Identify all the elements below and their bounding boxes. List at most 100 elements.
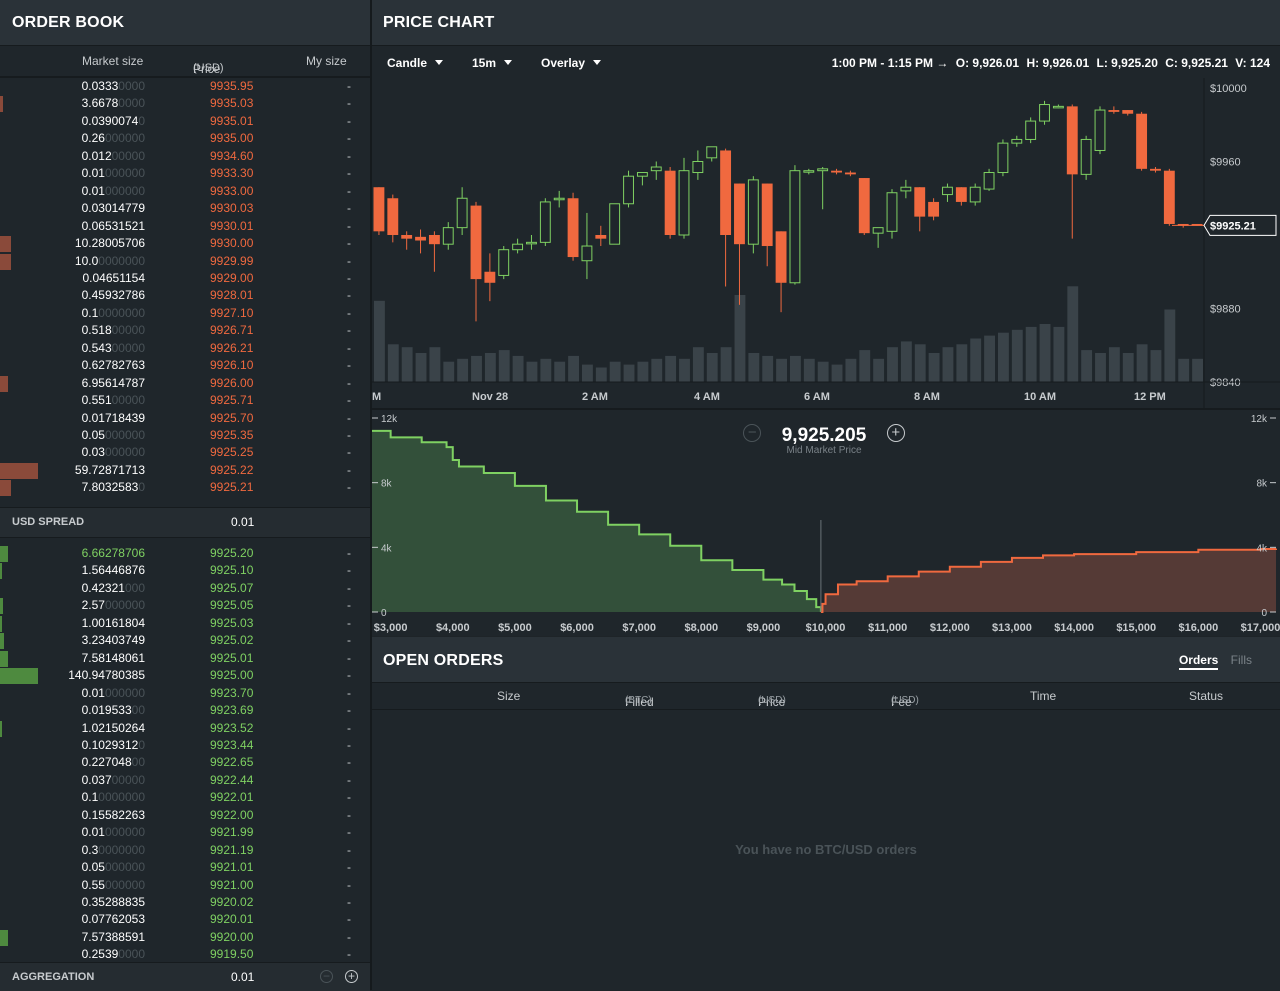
order-book-row[interactable]: 59.72871713 9925.22 - [0,462,370,479]
order-book-row[interactable]: 0.35288835 9920.02 - [0,894,370,911]
depth-axis-tick-left: 0 [381,608,387,619]
order-book-row[interactable]: 0.22704800 9922.65 - [0,754,370,771]
market-size-value: 59.72871713 [74,462,145,477]
depth-bar [0,236,11,253]
order-book-row[interactable]: 0.03700000 9922.44 - [0,772,370,789]
time-axis-tick: 4 AM [694,391,720,403]
order-book-row[interactable]: 0.01000000 9933.00 - [0,183,370,200]
depth-chart[interactable]: 12k 12k 8k 8k 4k 4k 0 0 $3,000 $4,000 $5,000 $6,000… [372,410,1280,636]
candlestick-chart[interactable]: $10000 $9960 $9880 $9840 $9925.21 M Nov 28 2 AM… [372,78,1280,410]
candle-body [914,187,926,217]
order-book-row[interactable]: 0.54300000 9926.21 - [0,340,370,357]
order-book-row[interactable]: 0.62782763 9926.10 - [0,357,370,374]
market-size-cell: 1.56446876 [45,563,145,577]
aggregation-bar: AGGREGATION 0.01 − + [0,962,370,991]
order-book-row[interactable]: 0.03000000 9925.25 - [0,444,370,461]
order-book-row[interactable]: 1.00161804 9925.03 - [0,615,370,632]
order-book-row[interactable]: 0.06531521 9930.01 - [0,218,370,235]
volume-bar [457,358,469,382]
tab-orders[interactable]: Orders [1178,653,1219,670]
depth-bar [0,563,2,580]
market-size-cell: 1.00161804 [45,616,145,630]
order-book-row[interactable]: 0.01718439 9925.70 - [0,410,370,427]
order-book-row[interactable]: 0.55000000 9921.00 - [0,877,370,894]
price-axis-tick: $9880 [1210,304,1241,316]
order-book-row[interactable]: 0.45932786 9928.01 - [0,287,370,304]
interval-dropdown[interactable]: 15m [472,56,513,70]
order-book-row[interactable]: 0.05000000 9925.35 - [0,427,370,444]
depth-price-tick: $9,000 [747,622,781,634]
depth-price-tick: $3,000 [374,622,408,634]
order-book-row[interactable]: 3.66780000 9935.03 - [0,95,370,113]
order-book-row[interactable]: 0.55100000 9925.71 - [0,392,370,409]
price-cell: 9935.03 [210,96,254,111]
market-size-padding: 000000 [104,131,145,146]
depth-axis-tick-left: 12k [381,414,398,425]
order-book-row[interactable]: 6.66278706 9925.20 - [0,545,370,562]
order-book-row[interactable]: 0.03014779 9930.03 - [0,200,370,217]
volume-bar [873,358,885,382]
market-size-cell: 2.57000000 [45,598,145,612]
market-size-padding: 000000 [104,598,145,613]
price-cell: 9933.30 [210,166,254,181]
order-book-row[interactable]: 0.51800000 9926.71 - [0,322,370,339]
my-size-cell: - [347,580,351,595]
my-size-cell: - [347,633,351,648]
price-cell: 9935.01 [210,113,254,128]
order-book-row[interactable]: 0.03330000 9935.95 - [0,78,370,95]
order-book-row[interactable]: 0.04651154 9929.00 - [0,270,370,287]
aggregation-plus-button[interactable]: + [345,970,358,983]
filled-column-unit: (BTC) [625,695,652,706]
order-book-row[interactable]: 10.28005706 9930.00 - [0,235,370,253]
depth-bar [0,633,4,650]
market-size-padding: 00 [131,703,145,718]
market-size-value: 3.23403749 [81,633,145,648]
order-book-row[interactable]: 7.80325830 9925.21 - [0,479,370,497]
my-size-cell: - [347,895,351,909]
order-book-row[interactable]: 0.07762053 9920.01 - [0,911,370,928]
market-size-padding: 00000 [111,340,145,355]
order-book-row[interactable]: 0.01000000 9923.70 - [0,685,370,702]
order-book-row[interactable]: 7.57388591 9920.00 - [0,929,370,946]
order-book-row[interactable]: 0.01953300 9923.69 - [0,702,370,719]
candle-body [692,161,704,174]
order-book-row[interactable]: 0.01000000 9921.99 - [0,824,370,841]
order-book-row[interactable]: 0.10000000 9927.10 - [0,305,370,322]
order-book-row[interactable]: 3.23403749 9925.02 - [0,632,370,650]
order-book-row[interactable]: 0.10000000 9922.01 - [0,789,370,806]
order-book-row[interactable]: 0.01000000 9933.30 - [0,165,370,182]
order-book-row[interactable]: 2.57000000 9925.05 - [0,597,370,615]
order-book-row[interactable]: 7.58148061 9925.01 - [0,650,370,667]
chart-type-dropdown[interactable]: Candle [387,56,444,70]
my-size-cell: - [347,358,351,373]
aggregation-minus-button[interactable]: − [320,970,333,983]
price-cell: 9927.10 [210,305,254,320]
overlay-dropdown[interactable]: Overlay [541,56,602,70]
order-book-row[interactable]: 0.42321000 9925.07 - [0,580,370,597]
order-book-row[interactable]: 0.10293120 9923.44 - [0,737,370,754]
order-book-row[interactable]: 1.56446876 9925.10 - [0,562,370,580]
order-book-row[interactable]: 10.00000000 9929.99 - [0,253,370,270]
order-book-row[interactable]: 0.15582263 9922.00 - [0,807,370,824]
price-chart-panel: PRICE CHART Candle 15m Overlay 1:00 PM -… [372,0,1280,636]
order-book-row[interactable]: 0.30000000 9921.19 - [0,842,370,859]
order-book-row[interactable]: 140.94780385 9925.00 - [0,667,370,685]
order-book-row[interactable]: 1.02150264 9923.52 - [0,720,370,737]
price-cell: 9935.95 [210,79,254,93]
ohlc-range: 1:00 PM - 1:15 PM → [831,56,949,70]
my-size-cell: - [347,755,351,770]
order-book-row[interactable]: 0.03900740 9935.01 - [0,113,370,130]
my-size-cell: - [347,860,351,875]
order-book-row[interactable]: 0.05000000 9921.01 - [0,859,370,876]
tab-fills[interactable]: Fills [1231,653,1252,667]
order-book-row[interactable]: 0.01200000 9934.60 - [0,148,370,165]
market-size-cell: 7.58148061 [45,651,145,665]
order-book-row[interactable]: 0.25390000 9919.50 - [0,946,370,963]
volume-bar [623,364,635,382]
order-book-row[interactable]: 6.95614787 9926.00 - [0,375,370,392]
order-book-row[interactable]: 0.26000000 9935.00 - [0,130,370,147]
market-size-value: 7.8032583 [81,480,139,495]
price-cell: 9923.44 [210,737,254,752]
candle-body [581,245,593,262]
price-axis-tick: $9840 [1210,377,1241,389]
